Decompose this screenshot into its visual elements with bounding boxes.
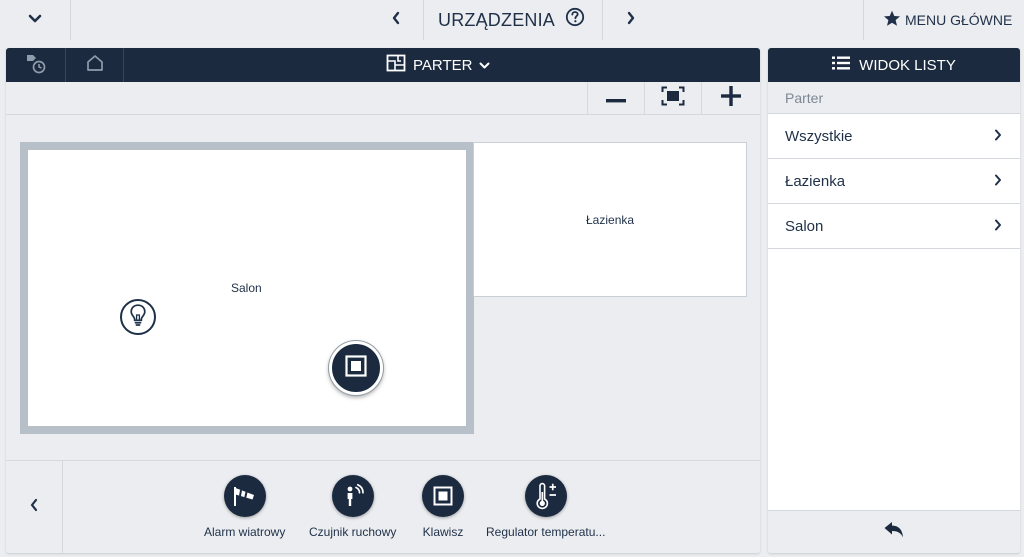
device-item-thermostat[interactable]: Regulator temperatu... <box>486 475 605 539</box>
list-item-wszystkie[interactable]: Wszystkie <box>768 114 1020 159</box>
main-menu-button[interactable]: MENU GŁÓWNE <box>883 0 1012 40</box>
divider <box>602 0 603 40</box>
device-label: Klawisz <box>422 525 464 539</box>
thermostat-icon <box>524 475 567 517</box>
list-item-label: Salon <box>785 217 824 235</box>
key-switch-icon <box>422 475 464 517</box>
floor-label: PARTER <box>413 56 473 74</box>
collapse-button[interactable] <box>0 0 70 40</box>
chevron-right-icon <box>994 218 1002 235</box>
list-icon <box>832 56 851 74</box>
fit-screen-icon <box>661 86 685 111</box>
floor-plan-canvas[interactable]: Salon Łazienka <box>6 115 760 460</box>
divider <box>423 0 424 40</box>
chevron-right-icon <box>994 128 1002 145</box>
next-button[interactable] <box>618 0 644 40</box>
help-circle-icon <box>565 7 585 32</box>
zoom-out-button[interactable] <box>587 82 644 115</box>
fit-screen-button[interactable] <box>644 82 701 115</box>
list-item-lazienka[interactable]: Łazienka <box>768 159 1020 204</box>
zoom-in-button[interactable] <box>701 82 760 115</box>
divider <box>123 48 124 82</box>
back-arrow-icon <box>883 521 905 544</box>
device-palette: Alarm wiatrowy Czujnik ruchowy Klawisz R… <box>6 460 760 553</box>
chevron-down-icon <box>479 57 490 74</box>
zoom-out-icon <box>606 90 626 108</box>
room-label: Salon <box>231 281 262 295</box>
floorplan-icon <box>386 54 406 76</box>
palette-back-button[interactable] <box>6 461 63 553</box>
key-switch-icon <box>345 354 367 382</box>
list-item-salon[interactable]: Salon <box>768 204 1020 249</box>
list-item-label: Wszystkie <box>785 127 853 145</box>
star-icon <box>883 10 901 30</box>
device-label: Regulator temperatu... <box>486 525 606 539</box>
lightbulb-icon <box>128 303 148 332</box>
windsock-icon <box>223 475 266 517</box>
room-label: Łazienka <box>586 213 635 227</box>
top-bar: URZĄDZENIA MENU GŁÓWNE <box>0 0 1024 40</box>
room-salon[interactable]: Salon <box>20 142 474 434</box>
list-view-panel: WIDOK LISTY Parter Wszystkie Łazienka Sa… <box>768 48 1020 553</box>
room-list: Wszystkie Łazienka Salon <box>768 114 1020 249</box>
device-label: Alarm wiatrowy <box>204 525 286 539</box>
chevron-right-icon <box>994 173 1002 190</box>
floor-selector[interactable]: PARTER <box>386 48 490 82</box>
list-view-header[interactable]: WIDOK LISTY <box>768 48 1020 82</box>
help-button[interactable] <box>565 7 585 32</box>
device-item-motion-sensor[interactable]: Czujnik ruchowy <box>309 475 396 539</box>
motion-sensor-icon <box>331 475 374 517</box>
chevron-left-icon <box>29 498 39 517</box>
key-switch-device[interactable] <box>329 341 383 395</box>
light-device[interactable] <box>120 299 156 335</box>
list-back-button[interactable] <box>768 510 1020 553</box>
zoom-in-icon <box>721 86 741 111</box>
home-button[interactable] <box>66 48 123 82</box>
device-item-key-switch[interactable]: Klawisz <box>422 475 464 539</box>
main-menu-label: MENU GŁÓWNE <box>905 12 1013 28</box>
home-icon <box>85 54 105 77</box>
breadcrumb: Parter <box>768 82 1020 114</box>
previous-button[interactable] <box>382 0 410 40</box>
floor-plan-panel: PARTER Salon Łazienka Alarm wiatrowy Czu… <box>6 48 760 553</box>
floor-plan-header: PARTER <box>6 48 760 82</box>
chevron-down-icon <box>28 11 42 29</box>
divider <box>863 0 864 40</box>
scene-timer-button[interactable] <box>6 48 65 82</box>
chevron-left-icon <box>391 11 401 30</box>
list-view-title: WIDOK LISTY <box>859 56 956 74</box>
device-label: Czujnik ruchowy <box>309 525 397 539</box>
room-lazienka[interactable]: Łazienka <box>473 142 747 297</box>
chevron-right-icon <box>626 11 636 30</box>
divider <box>70 0 71 40</box>
list-item-label: Łazienka <box>785 172 846 190</box>
device-item-wind-alarm[interactable]: Alarm wiatrowy <box>204 475 285 539</box>
zoom-toolbar <box>6 82 760 115</box>
page-title: URZĄDZENIA <box>438 9 556 30</box>
scene-timer-icon <box>24 52 48 79</box>
